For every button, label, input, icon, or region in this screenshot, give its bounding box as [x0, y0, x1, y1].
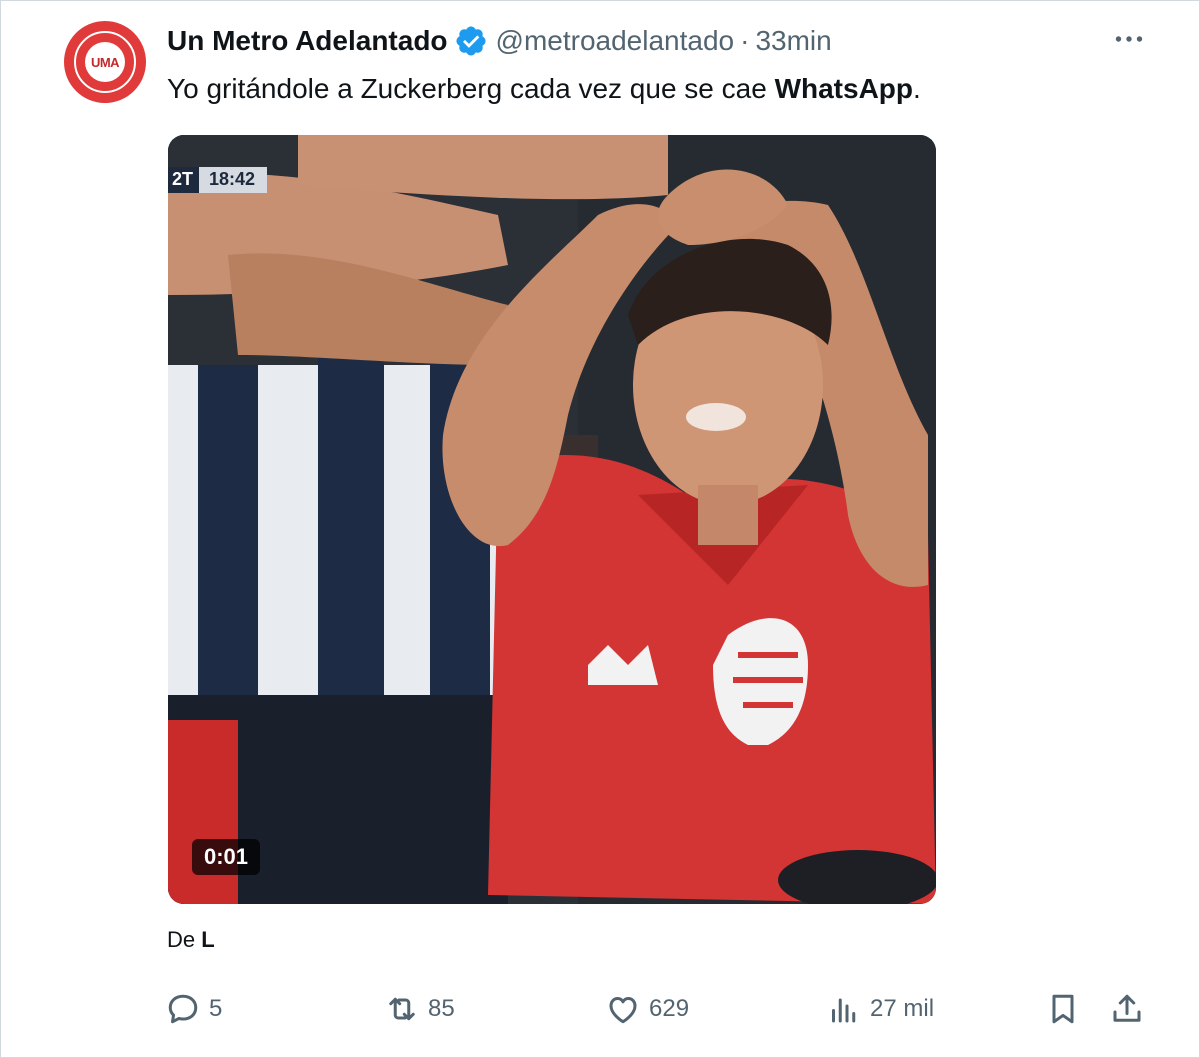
repost-icon: [389, 997, 415, 1021]
like-count: 629: [649, 995, 690, 1022]
video-player[interactable]: 2T 18:42 0:01: [168, 135, 936, 904]
score-overlay: 2T 18:42: [168, 167, 268, 193]
analytics-icon: [832, 998, 856, 1023]
more-options-icon[interactable]: [1107, 21, 1151, 57]
repost-button[interactable]: 85: [384, 987, 455, 1031]
user-handle[interactable]: @metroadelantado: [496, 23, 735, 59]
tweet-text: Yo gritándole a Zuckerberg cada vez que …: [167, 69, 921, 109]
reply-count: 5: [209, 995, 223, 1022]
bookmark-icon: [1052, 994, 1074, 1024]
score-clock: 18:42: [199, 167, 268, 193]
tweet-text-bold: WhatsApp: [774, 73, 914, 104]
more-dots-icon: [1115, 36, 1143, 42]
reply-icon: [168, 994, 198, 1024]
tweet-text-part: Yo gritándole a Zuckerberg cada vez que …: [167, 73, 775, 104]
tweet-card: UMA Un Metro Adelantado @metroadelantado…: [0, 0, 1200, 1058]
avatar-logo-text: UMA: [85, 42, 125, 82]
verified-badge-icon: [456, 26, 486, 56]
source-author-link[interactable]: L: [201, 927, 214, 952]
share-icon: [1113, 994, 1141, 1022]
source-prefix: De: [167, 927, 196, 952]
display-name[interactable]: Un Metro Adelantado: [167, 23, 448, 59]
like-button[interactable]: 629: [605, 987, 689, 1031]
video-source: De L: [167, 927, 215, 953]
video-duration-badge: 0:01: [192, 839, 261, 875]
score-period: 2T: [168, 167, 200, 193]
action-bar: 5 85 629 27 mil: [1, 987, 1200, 1031]
views-button[interactable]: 27 mil: [826, 987, 934, 1031]
tweet-text-end: .: [913, 73, 921, 104]
tweet-header: Un Metro Adelantado @metroadelantado · 3…: [167, 23, 832, 59]
bookmark-button[interactable]: [1045, 987, 1081, 1031]
timestamp[interactable]: 33min: [755, 23, 831, 59]
separator-dot: ·: [740, 25, 750, 56]
video-frame-image: [168, 135, 936, 904]
avatar[interactable]: UMA: [64, 21, 146, 103]
share-button[interactable]: [1109, 987, 1145, 1031]
view-count: 27 mil: [870, 995, 935, 1022]
reply-button[interactable]: 5: [165, 987, 222, 1031]
avatar-ring: UMA: [74, 31, 136, 93]
repost-count: 85: [428, 995, 455, 1022]
heart-icon: [609, 997, 637, 1024]
